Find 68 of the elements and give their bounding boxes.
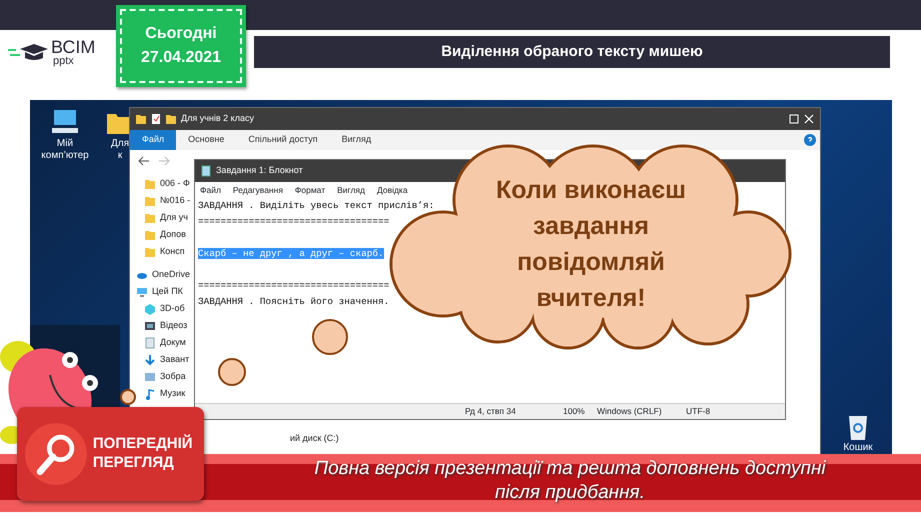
date-text: 27.04.2021: [140, 49, 222, 67]
nav-item[interactable]: Цей ПК: [152, 284, 183, 298]
notepad-icon: [201, 165, 211, 177]
logo-title: ВСІМ: [51, 38, 96, 56]
text-line: ==================================: [198, 216, 390, 227]
window-title: Для учнів 2 класу: [181, 112, 254, 126]
menu-item[interactable]: Формат: [294, 184, 326, 196]
folder-icon: [144, 212, 156, 224]
menu-item[interactable]: Вигляд: [337, 184, 365, 196]
nav-item[interactable]: Докум: [160, 336, 186, 350]
music-icon: [144, 388, 156, 400]
ribbon-tab[interactable]: Основне: [176, 130, 236, 150]
nav-item[interactable]: Відеоз: [160, 318, 188, 332]
magnifier-icon: [25, 421, 87, 487]
status-text: Windows (CRLF): [597, 405, 663, 418]
nav-item[interactable]: Завант: [160, 352, 190, 366]
nav-item[interactable]: Музик: [160, 386, 186, 400]
close-icon: [804, 114, 814, 124]
properties-icon: [151, 114, 161, 124]
date-label: Сьогодні: [145, 25, 217, 43]
nav-item[interactable]: Для уч: [160, 210, 188, 224]
desktop-icon-label[interactable]: Для к: [108, 138, 132, 162]
document-icon: [144, 336, 156, 348]
menu-item[interactable]: Довідка: [376, 184, 408, 196]
thought-bubble: [311, 318, 349, 356]
desktop-icon-label[interactable]: Кошик: [843, 442, 873, 454]
nav-item[interactable]: №016 -: [160, 194, 190, 208]
menu-item[interactable]: Файл: [200, 184, 221, 196]
menu-item[interactable]: Редагування: [232, 184, 283, 196]
folder-icon: [144, 246, 156, 258]
nav-item[interactable]: Допов: [160, 228, 186, 242]
text-line: ЗАВДАННЯ . Поясніть його значення.: [198, 296, 390, 307]
folder-icon: [166, 114, 176, 124]
slide-title: Виділення обраного тексту мишею: [254, 36, 890, 68]
desktop-icon-label[interactable]: Мій комп’ютер: [40, 138, 90, 162]
help-icon: [804, 134, 816, 146]
thought-bubble: [119, 388, 137, 406]
maximize-icon: [789, 114, 799, 124]
nav-item[interactable]: Зобра: [160, 370, 186, 384]
ribbon-tab[interactable]: Файл: [130, 130, 176, 150]
cube-icon: [144, 302, 156, 314]
ribbon-tab[interactable]: Спільний доступ: [236, 130, 330, 150]
text-line: ==================================: [198, 280, 390, 291]
folder-icon: [144, 194, 156, 206]
drive-label: ий диск (C:): [290, 432, 339, 445]
status-text: UTF-8: [686, 405, 712, 418]
badge-text: ПОПЕРЕДНІЙ ПЕРЕГЛЯД: [92, 435, 194, 473]
image-icon: [144, 370, 156, 382]
status-text: 100%: [563, 405, 585, 418]
nav-item[interactable]: OneDrive: [152, 268, 190, 282]
nav-item[interactable]: Консп: [160, 244, 185, 258]
graduation-cap-icon: [8, 41, 48, 63]
banner-message: Повна версія презентації та решта доповнень доступні після придбання.: [313, 457, 827, 504]
nav-item[interactable]: 006 - Ф: [160, 176, 190, 190]
back-arrow-icon: [138, 156, 150, 166]
folder-icon: [144, 178, 156, 190]
forward-arrow-icon: [158, 156, 170, 166]
download-icon: [144, 354, 156, 366]
text-line: ЗАВДАННЯ . Виділіть увесь текст прислів’я:: [198, 200, 434, 211]
logo-subtitle: pptx: [52, 56, 75, 66]
window-title: Завдання 1: Блокнот: [216, 164, 303, 178]
folder-icon: [144, 228, 156, 240]
video-icon: [144, 320, 156, 332]
status-text: Рд 4, ствп 34: [465, 405, 517, 418]
callout-text: Коли виконаєш завдання повідомляй вчителя!: [495, 175, 687, 314]
ribbon-tab[interactable]: Вигляд: [330, 130, 384, 150]
pc-icon: [136, 286, 148, 298]
nav-item[interactable]: 3D-об: [160, 302, 185, 316]
